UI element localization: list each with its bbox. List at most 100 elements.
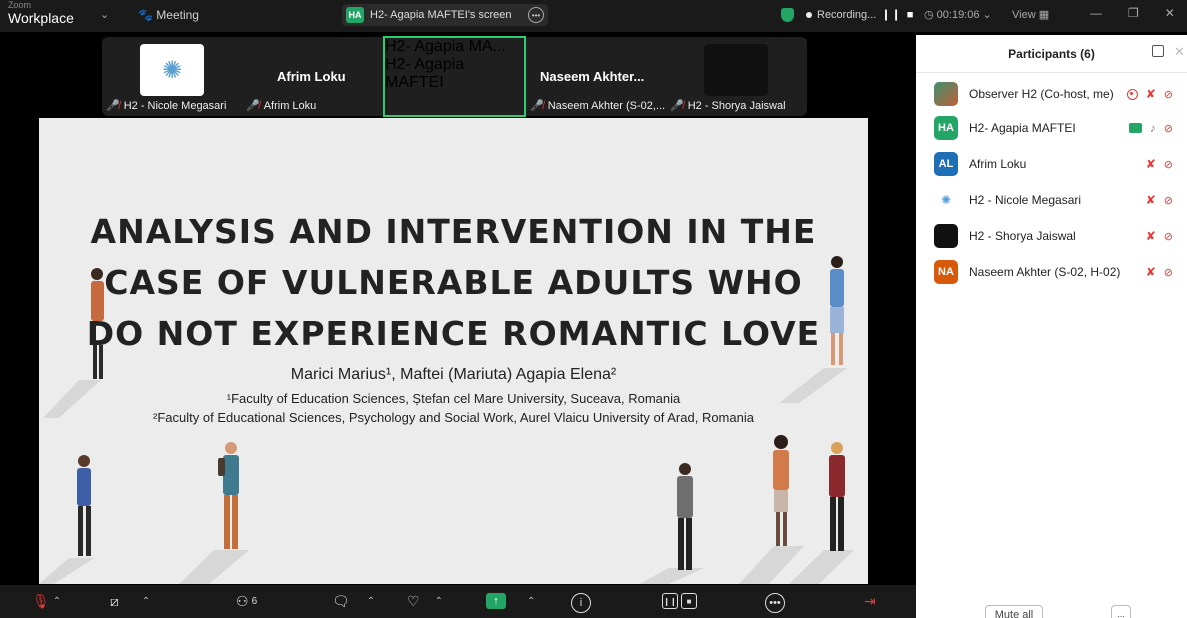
reactions-button[interactable]: ♡ ⌃ — [407, 593, 443, 610]
chevron-up-icon[interactable]: ⌃ — [367, 596, 375, 607]
minimize-icon[interactable]: — — [1090, 6, 1102, 20]
recording-controls[interactable]: ❙❙ ■ — [662, 593, 697, 609]
video-off-icon[interactable]: ⊘ — [1164, 230, 1173, 243]
stop-icon[interactable]: ■ — [681, 593, 697, 609]
chevron-up-icon[interactable]: ⌃ — [527, 596, 535, 607]
more-options-button[interactable]: ... — [1111, 605, 1131, 618]
mic-off-icon: 🎤̸ — [106, 100, 120, 112]
avatar: NA — [934, 260, 958, 284]
mic-off-icon[interactable]: ✘ — [1146, 157, 1156, 171]
more-icon: ••• — [765, 593, 785, 613]
more-options-icon[interactable]: ••• — [528, 7, 544, 23]
stop-recording-icon[interactable]: ■ — [907, 9, 915, 21]
meeting-timer: ◷ 00:19:06 ⌄ — [924, 9, 992, 21]
mute-all-button[interactable]: Mute all — [985, 605, 1043, 618]
video-tile[interactable]: Naseem Akhter... 🎤̸ Naseem Akhter (S-02,… — [526, 37, 666, 116]
participants-button[interactable]: ⚇ 6 — [236, 593, 257, 610]
meeting-label: Meeting — [156, 8, 199, 22]
mic-off-icon: 🎙 — [32, 593, 50, 609]
close-icon[interactable]: ✕ — [1174, 44, 1185, 60]
video-tile-name: H2 - Nicole Megasari — [123, 99, 227, 112]
mic-icon[interactable]: ♪ — [1150, 121, 1156, 135]
participant-row[interactable]: Observer H2 (Co-host, me) ✘ ⊘ — [934, 80, 1187, 108]
participant-status-icons: ✘ ⊘ — [1146, 157, 1173, 171]
video-tile[interactable]: ✺ 🎤̸ H2 - Nicole Megasari — [102, 37, 242, 116]
participant-row[interactable]: HA H2- Agapia MAFTEI ♪ ⊘ — [934, 114, 1187, 142]
video-tile-name: Naseem Akhter (S-02,... — [547, 99, 666, 112]
slide-title: ANALYSIS AND INTERVENTION IN THE CASE OF… — [39, 206, 868, 359]
video-tile-name: Afrim Loku — [263, 99, 317, 112]
video-tile[interactable]: Afrim Loku 🎤̸ Afrim Loku — [242, 37, 383, 116]
slide-affiliation: ¹Faculty of Education Sciences, Ștefan c… — [226, 391, 681, 406]
video-off-icon[interactable]: ⊘ — [1164, 122, 1173, 135]
person-figure-6 — [773, 435, 789, 546]
avatar: HA — [934, 116, 958, 140]
video-tile-active-speaker[interactable]: H2- Agapia MA... H2- Agapia MAFTEI — [383, 36, 526, 117]
chevron-up-icon[interactable]: ⌃ — [435, 596, 443, 607]
video-tile-name: H2 - Shorya Jaiswal — [687, 99, 786, 112]
video-tile-label: 🎤̸ Afrim Loku — [246, 99, 317, 113]
participants-count: 6 — [251, 596, 258, 607]
person-figure-3 — [77, 455, 91, 556]
slide-title-line: ANALYSIS AND INTERVENTION IN THE — [90, 212, 817, 251]
window-controls: — ❐ ✕ — [1090, 6, 1175, 20]
video-tile-label: 🎤̸ H2 - Shorya Jaiswal — [670, 99, 786, 113]
share-screen-button[interactable]: ↑ ⌃ — [486, 593, 535, 609]
mic-off-icon[interactable]: ✘ — [1146, 265, 1156, 279]
close-icon[interactable]: ✕ — [1165, 6, 1175, 20]
recording-controls-icons: ❙❙ ■ — [662, 593, 697, 609]
mute-button[interactable]: 🎙 ⌃ — [32, 593, 61, 610]
leave-button[interactable]: ⇥ — [864, 593, 876, 610]
app-name: Workplace — [8, 10, 74, 26]
participant-row[interactable]: H2 - Shorya Jaiswal ✘ ⊘ — [934, 222, 1187, 250]
person-figure-7 — [829, 442, 845, 551]
mic-off-icon[interactable]: ✘ — [1146, 193, 1156, 207]
pause-recording-icon[interactable]: ❙❙ — [881, 8, 901, 21]
participant-row[interactable]: AL Afrim Loku ✘ ⊘ — [934, 150, 1187, 178]
more-button[interactable]: ••• — [765, 593, 785, 613]
security-shield-icon[interactable] — [781, 8, 794, 22]
participant-name: Observer H2 (Co-host, me) — [969, 87, 1114, 101]
participant-row[interactable]: NA Naseem Akhter (S-02, H-02) ✘ ⊘ — [934, 258, 1187, 286]
participants-icon: ⚇ — [236, 593, 249, 609]
video-off-icon[interactable]: ⊘ — [1164, 158, 1173, 171]
chat-icon: 🗨 — [332, 593, 350, 609]
sharer-avatar: HA — [346, 7, 364, 23]
recording-status: Recording... ❙❙ ■ — [806, 8, 914, 21]
mic-off-icon[interactable]: ✘ — [1146, 87, 1156, 101]
slide-title-line: DO NOT EXPERIENCE ROMANTIC LOVE — [86, 314, 821, 353]
participant-logo-icon: ✺ — [140, 44, 204, 96]
start-video-button[interactable]: ⧄ ⌃ — [110, 593, 150, 610]
participant-name: Afrim Loku — [969, 157, 1027, 171]
participant-row[interactable]: ✺ H2 - Nicole Megasari ✘ ⊘ — [934, 186, 1187, 214]
slide-affiliation: ²Faculty of Educational Sciences, Psycho… — [153, 410, 754, 425]
video-off-icon[interactable]: ⊘ — [1164, 88, 1173, 101]
reactions-heart-icon: ♡ — [407, 593, 420, 609]
pause-icon[interactable]: ❙❙ — [662, 593, 678, 609]
app-subtitle: Zoom — [8, 0, 32, 10]
video-tile-label: 🎤̸ Naseem Akhter (S-02,... — [530, 99, 666, 113]
chevron-down-icon[interactable]: ⌄ — [100, 8, 109, 21]
participant-status-icons: ✘ ⊘ — [1146, 265, 1173, 279]
participants-title: Participants (6) — [1008, 47, 1095, 61]
pop-out-icon[interactable] — [1152, 45, 1164, 57]
info-button[interactable]: i — [571, 593, 591, 613]
slide-authors: Marici Marius¹, Maftei (Mariuta) Agapia … — [290, 366, 617, 383]
video-tile-big-name: Afrim Loku — [277, 69, 346, 84]
chevron-up-icon[interactable]: ⌃ — [142, 596, 150, 607]
view-button[interactable]: View ▦ — [1012, 8, 1049, 21]
mic-off-icon[interactable]: ✘ — [1146, 229, 1156, 243]
video-tile[interactable]: 🎤̸ H2 - Shorya Jaiswal — [666, 37, 807, 116]
meeting-toolbar: 🎙 ⌃ ⧄ ⌃ ⚇ 6 🗨 ⌃ ♡ ⌃ ↑ ⌃ i ❙❙ ■ ••• ⇥ — [0, 585, 916, 618]
slide-title-line: CASE OF VULNERABLE ADULTS WHO — [104, 263, 803, 302]
shared-screen-indicator[interactable]: HA H2- Agapia MAFTEI's screen ••• — [342, 4, 548, 26]
video-off-icon[interactable]: ⊘ — [1164, 194, 1173, 207]
chat-button[interactable]: 🗨 ⌃ — [332, 593, 375, 610]
video-off-icon[interactable]: ⊘ — [1164, 266, 1173, 279]
meeting-menu[interactable]: 🐾 Meeting — [138, 8, 199, 22]
recording-dot-icon — [806, 11, 812, 18]
avatar: ✺ — [934, 188, 958, 212]
video-tile-big-name: Naseem Akhter... — [540, 69, 645, 84]
chevron-up-icon[interactable]: ⌃ — [53, 596, 61, 607]
maximize-icon[interactable]: ❐ — [1128, 6, 1139, 20]
